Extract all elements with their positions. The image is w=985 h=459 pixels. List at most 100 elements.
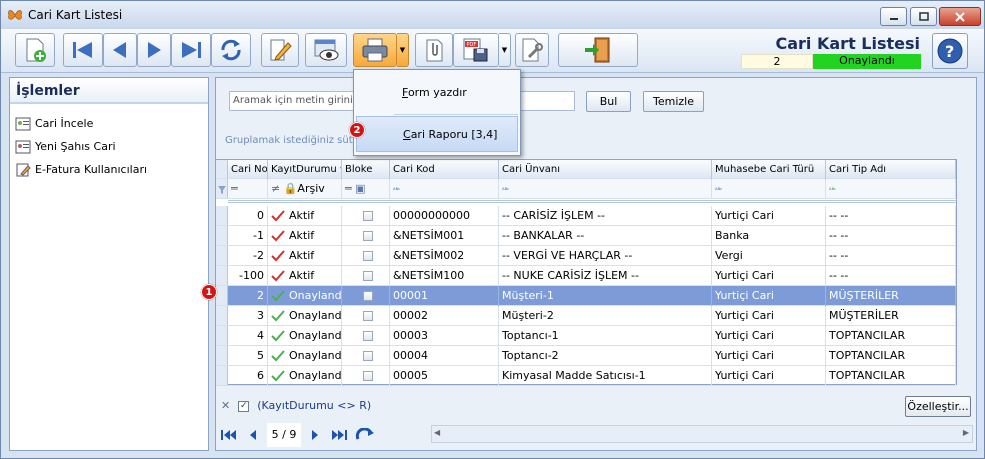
cell-unvan[interactable]: Toptancı-1 (499, 326, 712, 346)
nav-refresh-button[interactable] (355, 425, 375, 445)
col-header-cari-no[interactable]: Cari No (228, 160, 268, 179)
filter-cari-no[interactable]: ═ (228, 179, 268, 199)
cell-tur[interactable]: Vergi (712, 246, 826, 266)
row-indicator[interactable] (216, 206, 228, 225)
cell-tur[interactable]: Yurtiçi Cari (712, 326, 826, 346)
exit-button[interactable] (558, 33, 638, 67)
cell-bloke[interactable] (342, 226, 390, 246)
sidebar-item-cari-incele[interactable]: Cari İncele (10, 113, 208, 135)
table-row[interactable]: 0 Aktif 00000000000 -- CARİSİZ İŞLEM -- Yurt… (216, 206, 956, 226)
table-row[interactable]: 5 Onaylandı 00004 Toptancı-2 Yurtiçi Cari TOP… (216, 346, 956, 366)
print-button[interactable] (353, 33, 397, 67)
horizontal-scrollbar[interactable]: ◀ ▶ (431, 425, 973, 443)
cell-kod[interactable]: 00004 (390, 346, 499, 366)
cell-kod[interactable]: 00002 (390, 306, 499, 326)
row-indicator[interactable] (216, 246, 228, 265)
cell-kod[interactable]: &NETSİM100 (390, 266, 499, 286)
filter-cari-tip[interactable]: ᴬᴮᶜ (826, 179, 956, 199)
cell-tip[interactable]: TOPTANCILAR (826, 326, 956, 346)
last-record-button[interactable] (171, 33, 211, 67)
cell-bloke[interactable] (342, 366, 390, 386)
sidebar-item-e-fatura[interactable]: E-Fatura Kullanıcıları (10, 159, 208, 181)
table-row[interactable]: -2 Aktif &NETSİM002 -- VERGİ VE HARÇLAR -- V… (216, 246, 956, 266)
col-header-kayit-durumu[interactable]: KayıtDurumu ▼ (268, 160, 342, 179)
cell-tip[interactable]: -- -- (826, 246, 956, 266)
cell-kayit-durumu[interactable]: Onaylandı (268, 306, 342, 326)
filter-cari-unvani[interactable]: ᴬᴮᶜ (499, 179, 712, 199)
bloke-checkbox[interactable] (363, 211, 373, 221)
cell-tip[interactable]: MÜŞTERİLER (826, 306, 956, 326)
cell-tip[interactable]: TOPTANCILAR (826, 346, 956, 366)
print-dropdown-arrow[interactable]: ▼ (397, 33, 409, 67)
find-button[interactable]: Bul (586, 91, 631, 112)
col-header-muhasebe-cari-turu[interactable]: Muhasebe Cari Türü (712, 160, 826, 179)
settings-button[interactable] (515, 33, 549, 67)
filter-expression[interactable]: (KayıtDurumu <> R) (257, 399, 371, 412)
row-indicator[interactable] (216, 346, 228, 365)
filter-bloke[interactable]: ═ ▣ (342, 179, 390, 199)
filter-kayit-durumu[interactable]: ≠ 🔒Arşiv (268, 179, 342, 199)
cell-unvan[interactable]: -- CARİSİZ İŞLEM -- (499, 206, 712, 226)
cell-kod[interactable]: &NETSİM002 (390, 246, 499, 266)
table-row[interactable]: 2 Onaylandı 00001 Müşteri-1 Yurtiçi Cari MÜŞT… (216, 286, 956, 306)
cell-no[interactable]: 0 (228, 206, 268, 226)
customize-button[interactable]: Özelleştir... (905, 396, 971, 417)
bloke-checkbox[interactable] (363, 231, 373, 241)
cell-unvan[interactable]: -- VERGİ VE HARÇLAR -- (499, 246, 712, 266)
clear-filter-icon[interactable]: ✕ (221, 399, 230, 412)
cell-tur[interactable]: Yurtiçi Cari (712, 286, 826, 306)
cell-kayit-durumu[interactable]: Aktif (268, 246, 342, 266)
table-row[interactable]: -100 Aktif &NETSİM100 -- NUKE CARİSİZ İŞLEM… (216, 266, 956, 286)
cell-kod[interactable]: 00001 (390, 286, 499, 306)
nav-prev-button[interactable] (243, 425, 263, 445)
cell-unvan[interactable]: Müşteri-2 (499, 306, 712, 326)
bloke-checkbox[interactable] (363, 351, 373, 361)
scroll-left-icon[interactable]: ◀ (434, 428, 440, 437)
cell-tip[interactable]: TOPTANCILAR (826, 366, 956, 386)
cell-tur[interactable]: Yurtiçi Cari (712, 266, 826, 286)
sidebar-item-yeni-sahis-cari[interactable]: Yeni Şahıs Cari (10, 136, 208, 158)
cell-no[interactable]: -100 (228, 266, 268, 286)
col-header-cari-tip-adi[interactable]: Cari Tip Adı (826, 160, 956, 179)
bloke-checkbox[interactable] (363, 311, 373, 321)
row-indicator[interactable] (216, 366, 228, 385)
cell-unvan[interactable]: -- NUKE CARİSİZ İŞLEM -- (499, 266, 712, 286)
cell-tip[interactable]: -- -- (826, 206, 956, 226)
cell-no[interactable]: 2 (228, 286, 268, 306)
cell-bloke[interactable] (342, 346, 390, 366)
next-record-button[interactable] (137, 33, 171, 67)
previous-record-button[interactable] (103, 33, 137, 67)
table-row[interactable]: 4 Onaylandı 00003 Toptancı-1 Yurtiçi Cari TOP… (216, 326, 956, 346)
row-indicator[interactable] (216, 286, 228, 305)
row-indicator[interactable] (216, 326, 228, 345)
cell-bloke[interactable] (342, 286, 390, 306)
cell-no[interactable]: 4 (228, 326, 268, 346)
bloke-checkbox[interactable] (363, 271, 373, 281)
cell-kayit-durumu[interactable]: Aktif (268, 206, 342, 226)
col-header-cari-kod[interactable]: Cari Kod (390, 160, 499, 179)
export-pdf-button[interactable]: PDF (453, 33, 499, 67)
filter-muhasebe[interactable]: ᴬᴮᶜ (712, 179, 826, 199)
clear-button[interactable]: Temizle (643, 91, 704, 112)
filter-cari-kod[interactable]: ᴬᴮᶜ (390, 179, 499, 199)
maximize-button[interactable] (910, 7, 937, 26)
cell-unvan[interactable]: Toptancı-2 (499, 346, 712, 366)
nav-next-button[interactable] (305, 425, 325, 445)
nav-last-button[interactable] (329, 425, 349, 445)
cell-no[interactable]: 5 (228, 346, 268, 366)
cell-kod[interactable]: &NETSİM001 (390, 226, 499, 246)
edit-button[interactable] (261, 33, 299, 67)
bloke-checkbox[interactable] (363, 251, 373, 261)
cell-tip[interactable]: -- -- (826, 266, 956, 286)
cell-kod[interactable]: 00005 (390, 366, 499, 386)
col-header-bloke[interactable]: Bloke (342, 160, 390, 179)
cell-tur[interactable]: Banka (712, 226, 826, 246)
menu-item-cari-raporu[interactable]: Cari Raporu [3,4] (356, 116, 518, 152)
refresh-button[interactable] (211, 33, 251, 67)
cell-bloke[interactable] (342, 266, 390, 286)
row-indicator[interactable] (216, 226, 228, 245)
new-record-button[interactable] (15, 33, 55, 67)
cell-bloke[interactable] (342, 206, 390, 226)
cell-no[interactable]: 6 (228, 366, 268, 386)
cell-tur[interactable]: Yurtiçi Cari (712, 366, 826, 386)
